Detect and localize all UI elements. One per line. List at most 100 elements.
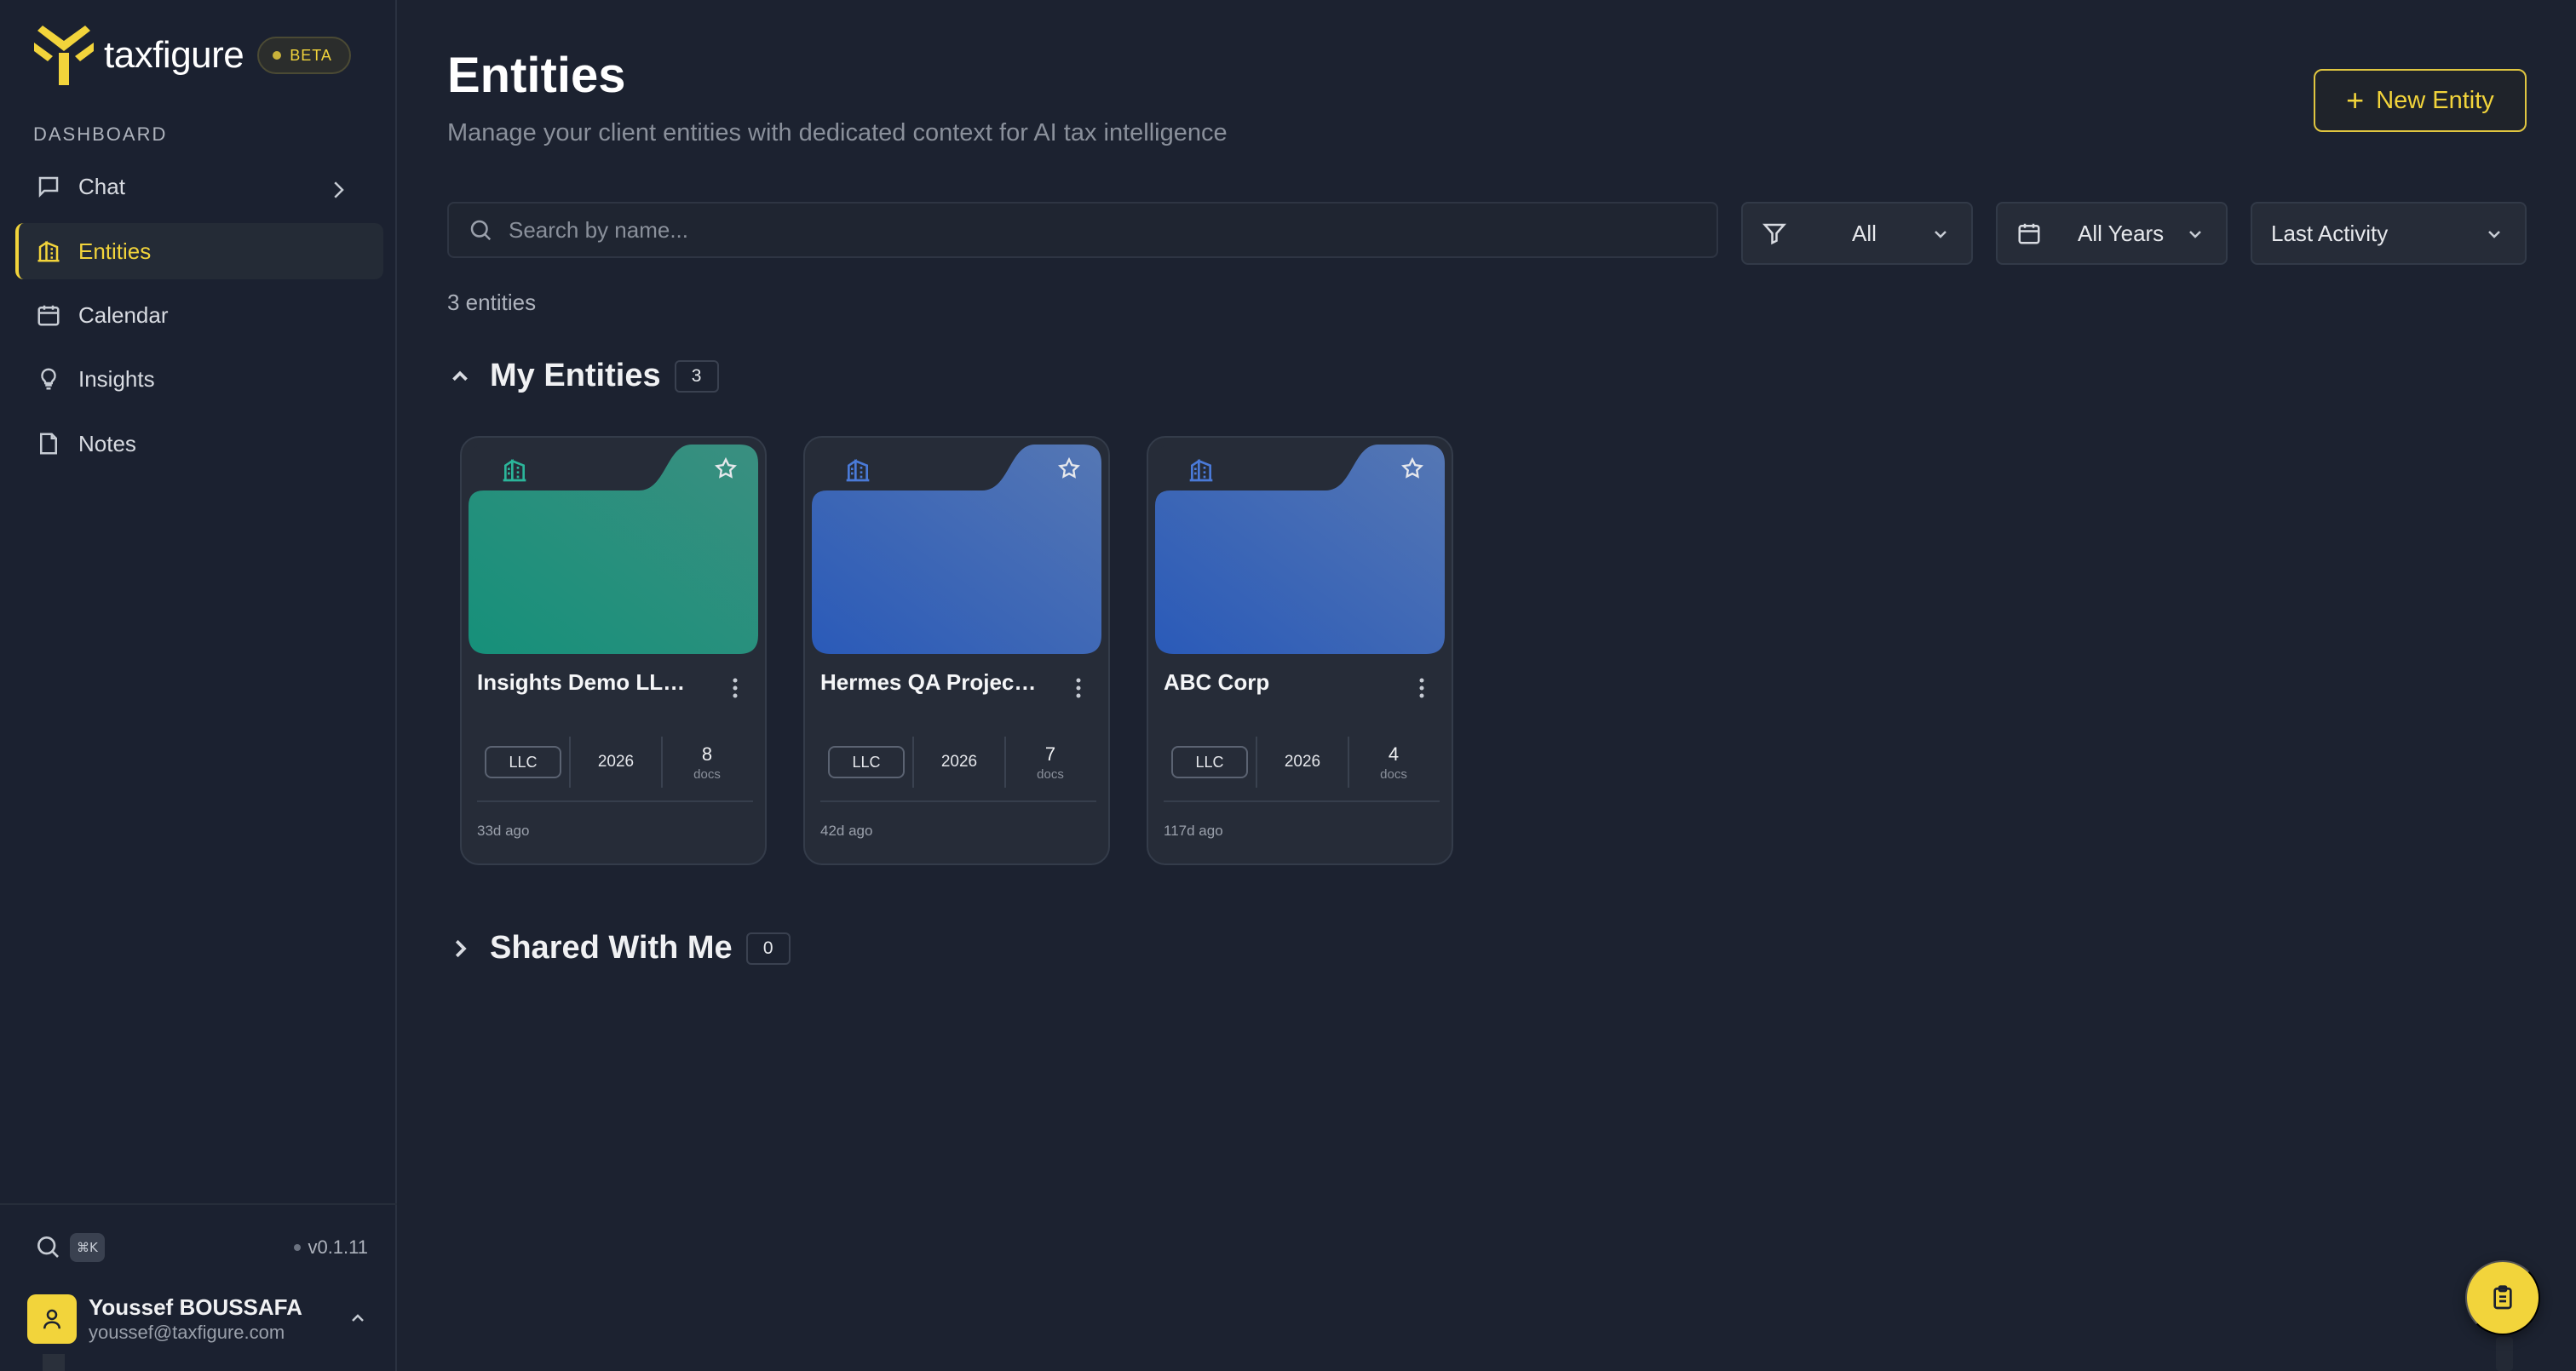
group-title: My Entities [490,358,661,393]
star-icon[interactable] [1057,456,1081,480]
note-icon [40,433,57,455]
entity-type-badge: LLC [485,746,561,778]
page-subtitle: Manage your client entities with dedicat… [447,119,1228,146]
building-icon [846,458,870,482]
sidebar-item-label: Chat [78,173,125,199]
clipboard-fab-button[interactable] [2465,1260,2540,1335]
group-header-shared-with-me[interactable]: Shared With Me 0 [447,930,791,967]
docs-label: docs [1037,766,1064,782]
entity-year: 2026 [597,753,635,771]
search-bar[interactable] [447,202,1718,258]
user-email: youssef@taxfigure.com [89,1322,285,1343]
card-divider [477,800,753,802]
docs-count: 4 [1388,743,1400,765]
entity-card[interactable]: Insights Demo LLC… LLC 2026 8 docs 33d a… [460,436,767,865]
type-filter-select[interactable]: All [1741,202,1973,265]
sidebar-item-label: Calendar [78,301,169,328]
calendar-icon [2018,223,2040,244]
search-icon [470,220,492,241]
year-filter-value: All Years [2078,220,2165,246]
sidebar-item-label: Insights [78,365,155,392]
last-activity: 117d ago [1164,823,1223,839]
entity-name: Insights Demo LLC… [477,669,699,695]
entity-docs: 8 docs [663,743,751,782]
sidebar-item-calendar[interactable]: Calendar [15,287,383,343]
entity-type-badge: LLC [828,746,905,778]
page-title: Entities [447,48,626,103]
more-vertical-icon[interactable] [722,673,748,703]
entity-type-badge: LLC [1171,746,1248,778]
building-icon [37,240,60,262]
brand[interactable]: taxfigure BETA [32,26,351,85]
search-input[interactable] [509,216,1684,244]
scrollbar[interactable] [43,1354,65,1371]
chevron-right-icon [334,181,344,198]
search-icon[interactable] [34,1233,61,1260]
entity-card[interactable]: Hermes QA Projec… LLC 2026 7 docs 42d ag… [803,436,1110,865]
calendar-icon [37,305,60,326]
new-entity-label: New Entity [2376,86,2494,114]
sidebar: taxfigure BETA DASHBOARD Chat Entities C… [0,0,397,1371]
entity-year: 2026 [1284,753,1321,771]
more-vertical-icon[interactable] [1066,673,1091,703]
entity-stats: LLC 2026 4 docs [1164,734,1440,790]
entity-name: ABC Corp [1164,669,1270,695]
new-entity-button[interactable]: + New Entity [2314,69,2527,132]
entity-docs: 7 docs [1006,743,1095,782]
beta-badge: BETA [257,37,351,74]
docs-label: docs [693,766,721,782]
star-icon[interactable] [1400,456,1424,480]
version-text: v0.1.11 [308,1236,368,1258]
last-activity: 42d ago [820,823,873,839]
sidebar-item-chat[interactable]: Chat [15,158,383,215]
entity-year: 2026 [940,753,978,771]
chevron-up-icon[interactable] [348,1308,368,1328]
shortcut-hint: ⌘K [70,1233,105,1262]
star-icon[interactable] [714,456,738,480]
avatar[interactable] [27,1294,77,1344]
scrollbar[interactable] [2496,1337,2513,1371]
filter-icon [1762,223,1787,245]
plus-icon: + [2346,83,2365,118]
last-activity: 33d ago [477,823,530,839]
sidebar-item-label: Notes [78,430,136,456]
user-icon [43,1309,60,1329]
chevron-down-icon [2189,231,2201,238]
group-title: Shared With Me [490,930,733,966]
beta-dot-icon [273,51,282,60]
chevron-right-icon [455,939,467,957]
entity-count: 3 entities [447,290,537,315]
building-icon [503,458,526,482]
sort-value: Last Activity [2271,220,2389,246]
entity-stats: LLC 2026 8 docs [477,734,753,790]
docs-count: 8 [701,743,713,765]
year-filter-select[interactable]: All Years [1996,202,2228,265]
taxfigure-logo-icon [34,26,94,85]
lightbulb-icon [41,368,56,390]
chevron-up-icon [452,370,468,381]
entity-stats: LLC 2026 7 docs [820,734,1096,790]
sidebar-item-insights[interactable]: Insights [15,351,383,407]
docs-label: docs [1380,766,1407,782]
sidebar-divider [0,1203,397,1205]
more-vertical-icon[interactable] [1409,673,1435,703]
sidebar-item-notes[interactable]: Notes [15,416,383,472]
chevron-down-icon [1935,231,1946,238]
group-header-my-entities[interactable]: My Entities 3 [447,358,719,394]
entity-card[interactable]: ABC Corp LLC 2026 4 docs 117d ago [1147,436,1453,865]
type-filter-value: All [1852,220,1877,246]
group-count-badge: 3 [674,359,719,393]
card-divider [820,800,1096,802]
status-dot-icon [294,1244,302,1251]
beta-label: BETA [290,46,332,64]
chevron-down-icon [2488,231,2500,238]
group-count-badge: 0 [745,932,791,965]
sidebar-section-label: DASHBOARD [33,123,168,145]
docs-count: 7 [1044,743,1056,765]
clipboard-icon [2493,1285,2512,1310]
sort-select[interactable]: Last Activity [2251,202,2527,265]
app-name: taxfigure [104,34,244,76]
sidebar-item-entities[interactable]: Entities [15,223,383,279]
chat-icon [38,176,59,198]
building-icon [1189,458,1213,482]
